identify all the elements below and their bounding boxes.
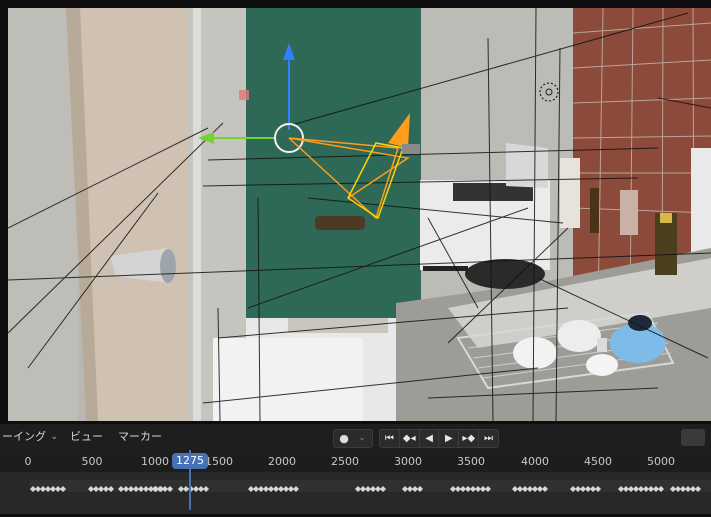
keyframe-diamond[interactable] bbox=[595, 486, 601, 492]
keyframe-diamond[interactable] bbox=[542, 486, 548, 492]
keyframe-diamond[interactable] bbox=[293, 486, 299, 492]
playback-controls: ⏮ ◆◂ ◀ ▶ ▸◆ ⏭ bbox=[379, 429, 499, 448]
3d-viewport[interactable] bbox=[8, 8, 711, 421]
ruler-tick: 1000 bbox=[141, 455, 169, 468]
keyframe-diamond[interactable] bbox=[658, 486, 664, 492]
next-keyframe-icon[interactable]: ▸◆ bbox=[459, 430, 480, 447]
keyframe-diamond[interactable] bbox=[108, 486, 114, 492]
jump-to-end-icon[interactable]: ⏭ bbox=[479, 430, 498, 447]
ruler-tick: 500 bbox=[81, 455, 103, 468]
chevron-down-icon: ⌄ bbox=[50, 432, 58, 442]
record-dot-icon[interactable]: ● bbox=[336, 431, 352, 446]
timeline-header: ーイング ⌄ ビュー マーカー ● ⌄ ⏮ ◆◂ ◀ ▶ ▸◆ ⏭ bbox=[0, 424, 711, 450]
play-reverse-icon[interactable]: ◀ bbox=[420, 430, 440, 447]
blender-window: ーイング ⌄ ビュー マーカー ● ⌄ ⏮ ◆◂ ◀ ▶ ▸◆ ⏭ 0 500 … bbox=[0, 0, 711, 517]
camera-object[interactable] bbox=[8, 8, 711, 421]
playhead-line[interactable] bbox=[189, 450, 191, 510]
keyframe-diamond[interactable] bbox=[60, 486, 66, 492]
ruler-tick: 4000 bbox=[521, 455, 549, 468]
ruler-tick: 3500 bbox=[457, 455, 485, 468]
keyframe-diamond[interactable] bbox=[417, 486, 423, 492]
frame-settings-button[interactable] bbox=[681, 429, 705, 446]
ruler-tick: 5000 bbox=[647, 455, 675, 468]
ruler-tick: 3000 bbox=[394, 455, 422, 468]
keyframe-diamond[interactable] bbox=[380, 486, 386, 492]
prev-keyframe-icon[interactable]: ◆◂ bbox=[400, 430, 420, 447]
keyframe-diamond[interactable] bbox=[695, 486, 701, 492]
chevron-down-icon[interactable]: ⌄ bbox=[354, 431, 370, 446]
play-icon[interactable]: ▶ bbox=[439, 430, 460, 447]
editor-mode-dropdown[interactable]: ーイング ⌄ bbox=[2, 429, 60, 445]
ruler-tick: 2500 bbox=[331, 455, 359, 468]
ruler-tick: 4500 bbox=[584, 455, 612, 468]
summary-keyframe-row bbox=[30, 480, 711, 492]
keyframe-diamond[interactable] bbox=[167, 486, 173, 492]
ruler-tick: 1500 bbox=[205, 455, 233, 468]
menu-view[interactable]: ビュー bbox=[66, 429, 107, 445]
keyframe-diamonds bbox=[30, 486, 701, 492]
keyframe-diamond[interactable] bbox=[203, 486, 209, 492]
auto-keying-group: ● ⌄ bbox=[333, 429, 373, 448]
keyframe-area[interactable] bbox=[0, 472, 711, 514]
ruler-tick: 2000 bbox=[268, 455, 296, 468]
editor-mode-label: ーイング bbox=[2, 430, 46, 443]
jump-to-start-icon[interactable]: ⏮ bbox=[380, 430, 400, 447]
frame-ruler[interactable]: 0 500 1000 1500 2000 2500 3000 3500 4000… bbox=[0, 450, 711, 472]
ruler-tick: 0 bbox=[24, 455, 32, 468]
menu-marker[interactable]: マーカー bbox=[114, 429, 166, 445]
keyframe-diamond[interactable] bbox=[485, 486, 491, 492]
